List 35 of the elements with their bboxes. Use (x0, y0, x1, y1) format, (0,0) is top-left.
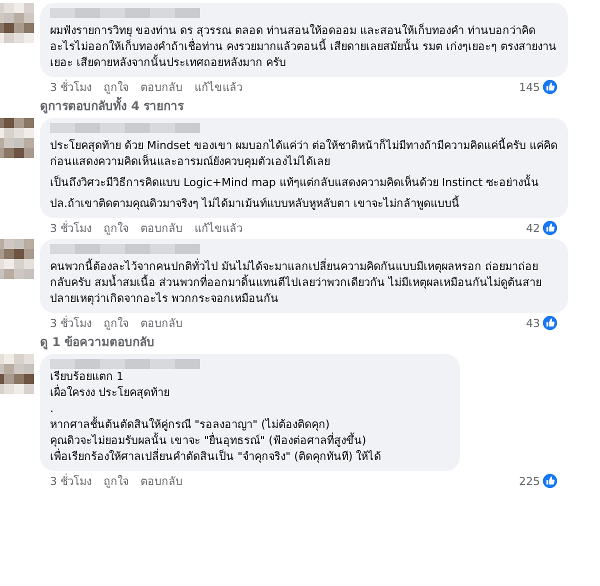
comment-action[interactable]: ถูกใจ (104, 220, 128, 236)
comment-time: 3 ชั่วโมง (50, 220, 92, 236)
reaction-count: 145 (519, 80, 540, 94)
comment-action[interactable]: แก้ไขแล้ว (194, 80, 242, 94)
comment-action[interactable]: ตอบกลับ (140, 474, 182, 488)
comment-text: . (50, 401, 54, 416)
comment-text: เป็นถึงวิศวะมีวิธีการคิดแบบ Logic+Mind map แท้ๆแต่กลับแสดงความคิดเห็นด้วย Instinct ซะอย่างนั้น (50, 175, 540, 191)
comment-text: เผื่อใครงง ประโยคสุดท้าย (50, 385, 170, 401)
comment-action[interactable]: ตอบกลับ (140, 220, 182, 236)
comment-time: 3 ชั่วโมง (50, 316, 92, 330)
comment-action[interactable]: ถูกใจ (104, 80, 128, 94)
thumbs-up-icon (542, 315, 558, 331)
thumbs-up-icon (542, 220, 558, 236)
comment-action[interactable]: ถูกใจ (104, 316, 128, 330)
view-replies-link[interactable]: ดูการตอบกลับทั้ง 4 รายการ (40, 95, 184, 115)
comment-action[interactable]: ตอบกลับ (140, 316, 182, 330)
reaction-count: 225 (519, 474, 540, 488)
comment-action[interactable]: ถูกใจ (104, 474, 128, 488)
comment-action[interactable]: แก้ไขแล้ว (194, 220, 242, 236)
view-replies-link[interactable]: ดู 1 ข้อความตอบกลับ (40, 331, 155, 351)
comment-text: เพื่อเรียกร้องให้ศาลเปลี่ยนคำตัดสินเป็น "จำคุกจริง" (ติดคุกทันที) ให้ได้ (50, 449, 382, 465)
reaction-count: 43 (526, 316, 540, 330)
reaction-count: 42 (526, 222, 540, 234)
thumbs-up-icon (542, 473, 558, 489)
comment-text: คุณดิวจะไม่ยอมรับผลนั้น เขาจะ "ยื่นอุทธรณ์" (ฟ้องต่อศาลที่สูงขึ้น) (50, 433, 368, 448)
comment-text: ประโยคสุดท้าย ด้วย Mindset ของเขา ผมบอกได้แค่ว่า ต่อให้ชาติหน้าก็ไม่มีทางถ้ามีความคิดแค่นี้ครับ แค่คิดก่อนแสดงความคิดเห็นและอารมณ์ยังควบคุมตัวเองไม่ได้เลย (50, 138, 558, 170)
thumbs-up-icon (542, 79, 558, 95)
comment-text: เรียบร้อยแตก 1 (50, 369, 124, 384)
comment-time: 3 ชั่วโมง (50, 474, 92, 488)
comment-text: ผมฟังรายการวิทยุ ของท่าน ดร สุวรรณ ตลอด ท่านสอนให้อดออม และสอนให้เก็บทองคำ ท่านบอกว่าคิดอะไรไม่ออกให้เก็บทองคำถ้าเชื่อท่าน คงรวยมากแล้วตอนนี้ เสียดายเลยสมัยนั้น รมต เก่งๆเยอะๆ ตรงสายงานเยอะ เสียดายหลังจากนั้นประเทศถอยหลังมาก ครับ (50, 23, 558, 71)
comment-text: คนพวกนี้ต้องละไว้จากคนปกติทั่วไป มันไม่ได้จะมาแลกเปลี่ยนความคิดกันแบบมีเหตุผลหรอก ถ่อยมาถ่อยกลับครับ สมน้ำสมเนื้อ ส่วนพวกที่ออกมาดิ้นแทนตีไปเลยว่าพวกเดียวกัน ไม่มีเหตุผลเหมือนกันไม่ดูต้นสายปลายเหตุว่าเกิดจากอะไร พวกกระจอกเหมือนกัน (50, 259, 542, 307)
comment-text: ปล.ถ้าเขาติดตามคุณดิวมาจริงๆ ไม่ได้มาเม้นท์แบบหลับหูหลับตา เขาจะไม่กล้าพูดแบบนี้ (50, 196, 460, 212)
comment-time: 3 ชั่วโมง (50, 80, 92, 94)
comment-text: หากศาลชั้นต้นตัดสินให้คู่กรณี "รอลงอาญา" (ไม่ต้องติดคุก) (50, 417, 331, 432)
comment-action[interactable]: ตอบกลับ (140, 80, 182, 94)
